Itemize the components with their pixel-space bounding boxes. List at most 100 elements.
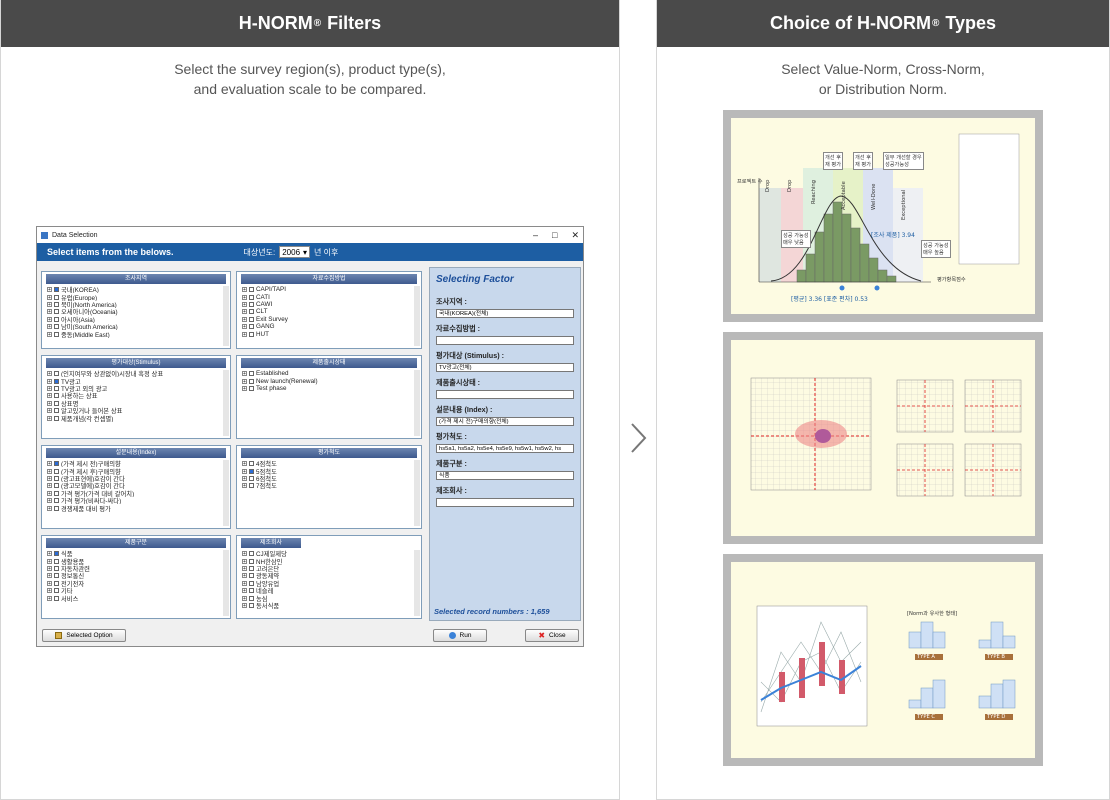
expand-icon[interactable]: + [47,294,52,300]
expand-icon[interactable]: + [242,287,247,293]
checkbox[interactable] [54,316,59,322]
filter-item[interactable]: + 자동차관련 [42,565,230,572]
maximize-icon[interactable]: □ [552,230,557,241]
checkbox[interactable] [249,324,254,330]
expand-icon[interactable]: + [47,331,52,337]
checkbox[interactable] [54,287,59,293]
close-icon[interactable]: ✕ [571,230,579,241]
checkbox[interactable] [54,498,59,504]
expand-icon[interactable]: + [47,287,52,293]
scrollbar[interactable] [223,460,229,526]
checkbox[interactable] [54,378,59,384]
filter-item[interactable]: + 상표명 [42,400,230,407]
filter-item[interactable]: + 제품개념(각 컨셉별) [42,414,230,422]
filter-item[interactable]: +4점척도 [237,460,421,467]
checkbox[interactable] [54,324,59,330]
checkbox[interactable] [249,331,254,337]
factor-field[interactable] [436,390,574,399]
filter-item[interactable]: + Test phase [237,385,421,392]
expand-icon[interactable]: + [242,573,247,579]
factor-field[interactable]: 식품 [436,471,574,480]
expand-icon[interactable]: + [47,551,52,557]
filter-item[interactable]: + HUT [237,330,421,338]
checkbox[interactable] [54,483,59,489]
checkbox[interactable] [249,385,254,391]
filter-item[interactable]: + 정보통신 [42,572,230,580]
expand-icon[interactable]: + [47,468,52,474]
checkbox[interactable] [249,309,254,315]
filter-item[interactable]: + 가격 평가(가격 대비 갈어치) [42,490,230,497]
filter-item[interactable]: + 남양유업 [237,580,421,587]
expand-icon[interactable]: + [47,498,52,504]
checkbox[interactable] [54,294,59,300]
expand-icon[interactable]: + [47,595,52,601]
checkbox[interactable] [249,565,254,571]
filter-item[interactable]: + CATI [237,293,421,301]
expand-icon[interactable]: + [47,378,52,384]
expand-icon[interactable]: + [242,565,247,571]
checkbox[interactable] [249,580,254,586]
filter-item[interactable]: + 사용하는 상표 [42,392,230,400]
expand-icon[interactable]: + [47,309,52,315]
expand-icon[interactable]: + [242,580,247,586]
expand-icon[interactable]: + [47,324,52,330]
filter-item[interactable]: + 알고있거나 들어본 상표 [42,407,230,414]
expand-icon[interactable]: + [47,408,52,414]
checkbox[interactable] [249,588,254,594]
selected-option-button[interactable]: Selected Option [42,629,126,642]
expand-icon[interactable]: + [242,558,247,564]
expand-icon[interactable]: + [47,573,52,579]
expand-icon[interactable]: + [242,483,247,489]
filter-item[interactable]: + (광고모델에)호감이 간다 [42,482,230,490]
checkbox[interactable] [54,301,59,307]
run-button[interactable]: Run [433,629,487,642]
filter-item[interactable]: +6점척도 [237,475,421,482]
expand-icon[interactable]: + [47,415,52,421]
filter-item[interactable]: + Established [237,370,421,377]
filter-item[interactable]: + CLT [237,308,421,315]
checkbox[interactable] [249,558,254,564]
filter-item[interactable]: + 서비스 [42,594,230,602]
checkbox[interactable] [249,595,254,601]
checkbox[interactable] [249,551,254,557]
filter-item[interactable]: + 광동제약 [237,572,421,580]
checkbox[interactable] [54,468,59,474]
expand-icon[interactable]: + [47,558,52,564]
filter-item[interactable]: + 중동(Middle East) [42,330,230,338]
filter-item[interactable]: +7점척도 [237,482,421,490]
expand-icon[interactable]: + [242,595,247,601]
filter-item[interactable]: + (가격 제시 전)구매의향 [42,460,230,467]
filter-item[interactable]: + 네슬레 [237,587,421,594]
expand-icon[interactable]: + [242,331,247,337]
scrollbar[interactable] [223,286,229,346]
expand-icon[interactable]: + [47,580,52,586]
filter-item[interactable]: + NH한삼인 [237,557,421,565]
filter-item[interactable]: + GANG [237,323,421,330]
expand-icon[interactable]: + [242,371,247,377]
checkbox[interactable] [249,301,254,307]
filter-item[interactable]: + 유럽(Europe) [42,293,230,301]
scrollbar[interactable] [414,286,420,346]
expand-icon[interactable]: + [47,475,52,481]
filter-item[interactable]: + TV광고 [42,377,230,385]
checkbox[interactable] [54,371,59,377]
filter-item[interactable]: + 남미(South America) [42,323,230,330]
checkbox[interactable] [249,316,254,322]
filter-item[interactable]: + 국내(KOREA) [42,286,230,293]
expand-icon[interactable]: + [47,461,52,467]
expand-icon[interactable]: + [47,588,52,594]
checkbox[interactable] [54,309,59,315]
expand-icon[interactable]: + [242,468,247,474]
checkbox[interactable] [54,505,59,511]
checkbox[interactable] [54,558,59,564]
checkbox[interactable] [249,287,254,293]
checkbox[interactable] [249,475,254,481]
filter-item[interactable]: +5점척도 [237,467,421,475]
expand-icon[interactable]: + [242,378,247,384]
filter-item[interactable]: + 아시아(Asia) [42,316,230,323]
filter-item[interactable]: + 식품 [42,550,230,557]
filter-item[interactable]: + (가격 제시 후)구매의향 [42,467,230,475]
filter-item[interactable]: + 북미(North America) [42,301,230,308]
filter-item[interactable]: + CAPI/TAPI [237,286,421,293]
filter-item[interactable]: + (인지여부와 상관없이)시장내 흑정 상표 [42,370,230,377]
